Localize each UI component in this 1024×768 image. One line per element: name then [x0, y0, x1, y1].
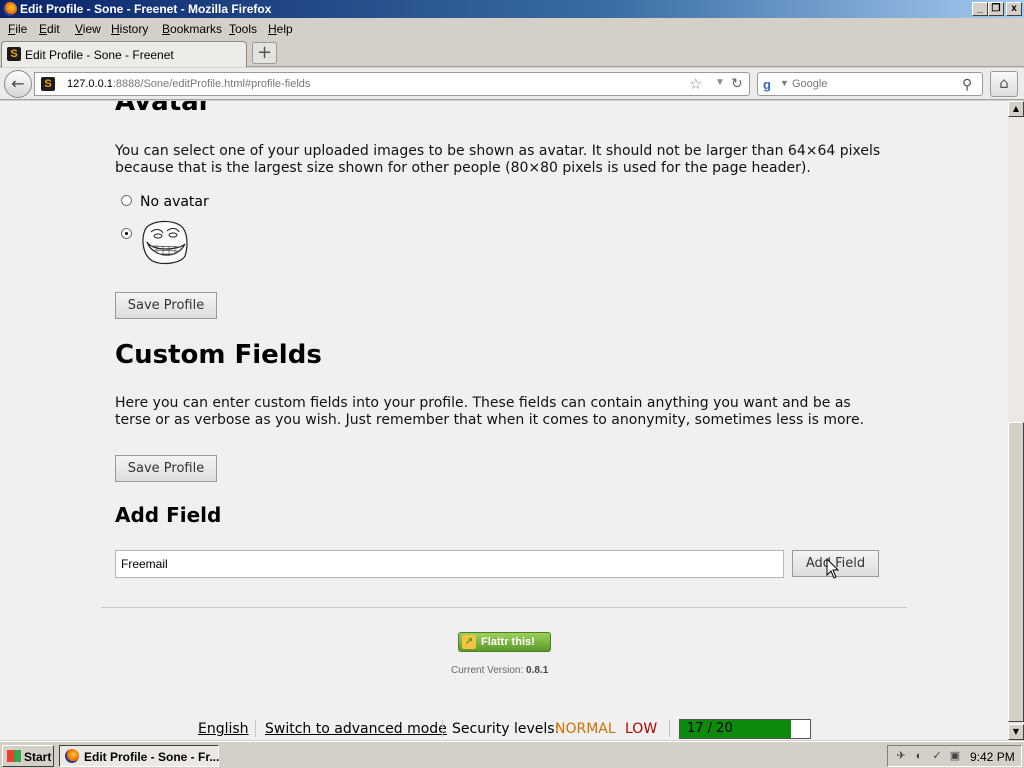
field-name-input[interactable] [115, 550, 784, 578]
flattr-label: Flattr this! [481, 636, 535, 648]
home-button[interactable]: ⌂ [990, 71, 1018, 97]
bookmark-star-icon[interactable]: ☆ [689, 75, 702, 93]
footer-divider [101, 607, 907, 608]
google-engine-icon[interactable]: g [763, 77, 779, 93]
tab-edit-profile[interactable]: S Edit Profile - Sone - Freenet [1, 41, 247, 67]
sone-favicon-icon: S [7, 47, 21, 61]
system-tray: ✈ ◐ ✓ ▣ 9:42 PM [887, 745, 1022, 767]
freenet-status-bar: English Switch to advanced mode Security… [0, 716, 1008, 740]
menu-tools[interactable]: Tools [229, 22, 257, 36]
version-number: 0.8.1 [526, 665, 549, 676]
url-path: :8888/Sone/editProfile.html#profile-fiel… [112, 78, 311, 90]
firefox-icon [65, 749, 79, 763]
close-button[interactable]: x [1006, 2, 1022, 16]
network-icon[interactable]: ✈ [894, 749, 908, 763]
image-avatar-radio[interactable] [121, 228, 132, 239]
taskbar-item-firefox[interactable]: Edit Profile - Sone - Fr... [59, 745, 219, 767]
save-profile-button[interactable]: Save Profile [115, 292, 217, 319]
status-separator [442, 720, 443, 737]
scroll-up-arrow-icon[interactable]: ▲ [1008, 101, 1024, 117]
url-bar[interactable]: S 127.0.0.1:8888/Sone/editProfile.html#p… [34, 72, 750, 96]
window-title-bar: Edit Profile - Sone - Freenet - Mozilla … [0, 0, 1024, 18]
tab-strip: S Edit Profile - Sone - Freenet + [0, 40, 1024, 67]
start-button[interactable]: Start [2, 745, 54, 767]
peers-progress-bar: 17 / 20 [679, 719, 811, 739]
scroll-down-arrow-icon[interactable]: ▼ [1008, 724, 1024, 740]
window-title: Edit Profile - Sone - Freenet - Mozilla … [20, 2, 272, 16]
advanced-mode-link[interactable]: Switch to advanced mode [265, 721, 447, 737]
clock: 9:42 PM [970, 750, 1015, 764]
scrollbar-thumb[interactable] [1008, 422, 1024, 722]
restore-button[interactable]: ❐ [988, 2, 1004, 16]
flattr-button[interactable]: ↗ Flattr this! [458, 632, 551, 652]
search-bar[interactable]: g ▼ Google ⚲ [757, 72, 983, 96]
menu-bar: File Edit View History Bookmarks Tools H… [0, 19, 1024, 39]
sone-site-icon: S [41, 77, 55, 91]
url-history-dropdown-icon[interactable]: ▼ [715, 77, 725, 88]
windows-logo-icon [7, 750, 21, 762]
menu-edit[interactable]: Edit [39, 22, 60, 36]
network-security-level[interactable]: NORMAL [555, 721, 616, 737]
navigation-bar: ← S 127.0.0.1:8888/Sone/editProfile.html… [0, 68, 1024, 100]
start-label: Start [24, 750, 52, 764]
save-profile-fields-button[interactable]: Save Profile [115, 455, 217, 482]
menu-history[interactable]: History [111, 22, 148, 36]
no-avatar-label: No avatar [140, 194, 209, 210]
peers-count: 17 / 20 [687, 721, 733, 736]
language-link[interactable]: English [198, 721, 249, 737]
tab-label: Edit Profile - Sone - Freenet [25, 48, 174, 62]
security-shield-icon[interactable]: ✓ [930, 749, 944, 763]
status-separator [255, 720, 256, 737]
search-engine-dropdown-icon[interactable]: ▼ [780, 78, 789, 88]
custom-fields-heading: Custom Fields [115, 340, 322, 370]
menu-file[interactable]: File [8, 22, 27, 36]
add-field-heading: Add Field [115, 503, 222, 527]
taskbar-item-label: Edit Profile - Sone - Fr... [84, 750, 220, 764]
volume-icon[interactable]: ◐ [912, 749, 926, 763]
avatar-description: You can select one of your uploaded imag… [115, 143, 881, 176]
home-icon: ⌂ [999, 74, 1009, 92]
status-separator [669, 720, 670, 737]
reload-icon[interactable]: ↻ [731, 75, 743, 92]
physical-security-level[interactable]: LOW [625, 721, 657, 737]
back-button[interactable]: ← [4, 70, 32, 98]
mouse-cursor-icon [826, 558, 840, 579]
new-tab-button[interactable]: + [252, 42, 277, 64]
search-icon[interactable]: ⚲ [962, 76, 972, 93]
version-info: Current Version: 0.8.1 [451, 665, 548, 676]
avatar-heading: Avatar [115, 101, 212, 117]
flattr-icon: ↗ [462, 635, 476, 649]
menu-view[interactable]: View [75, 22, 101, 36]
version-label: Current Version: [451, 665, 524, 676]
no-avatar-radio[interactable] [121, 195, 132, 206]
minimize-button[interactable]: _ [972, 2, 988, 16]
custom-fields-description: Here you can enter custom fields into yo… [115, 395, 865, 428]
search-placeholder: Google [792, 78, 828, 90]
avatar-image[interactable] [139, 216, 189, 266]
page-content: Avatar You can select one of your upload… [0, 101, 1008, 716]
display-icon[interactable]: ▣ [948, 749, 962, 763]
menu-bookmarks[interactable]: Bookmarks [162, 22, 222, 36]
firefox-icon [3, 2, 17, 16]
security-levels-label: Security levels: [452, 721, 560, 737]
url-host: 127.0.0.1 [67, 78, 113, 90]
back-arrow-icon: ← [11, 74, 25, 93]
url-text[interactable]: 127.0.0.1:8888/Sone/editProfile.html#pro… [67, 78, 310, 90]
taskbar: Start Edit Profile - Sone - Fr... ✈ ◐ ✓ … [0, 741, 1024, 768]
vertical-scrollbar[interactable]: ▲ ▼ [1008, 101, 1024, 740]
menu-help[interactable]: Help [268, 22, 293, 36]
